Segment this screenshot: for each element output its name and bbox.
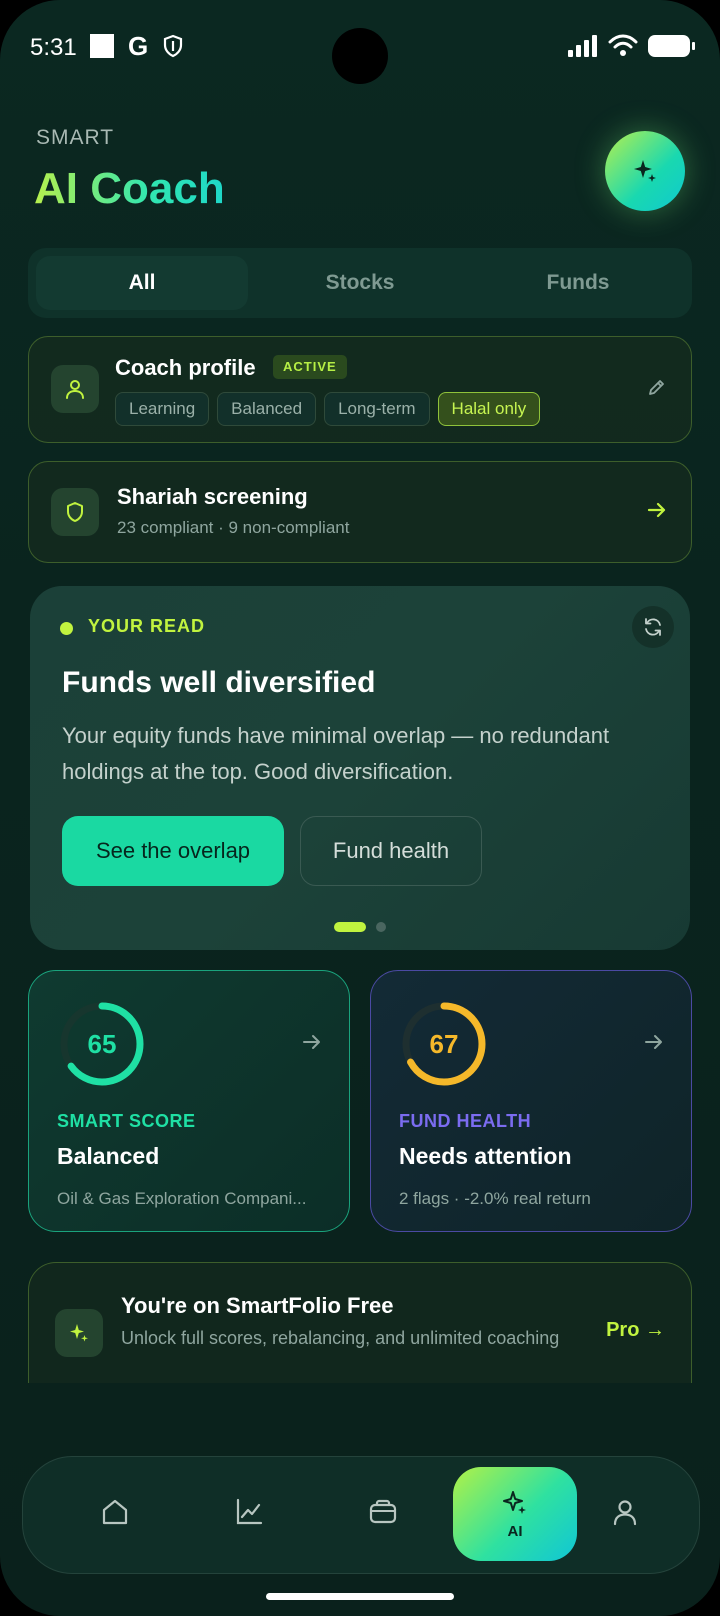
google-icon: G (128, 31, 149, 61)
ai-sparkle-button[interactable] (605, 131, 685, 211)
fund-health-arrow (643, 1031, 665, 1058)
nav-profile[interactable] (585, 1477, 665, 1547)
chart-icon (236, 1498, 263, 1525)
arrow-right-icon (647, 502, 666, 518)
shariah-title: Shariah screening (117, 484, 308, 509)
phone-screen: 5:31 G SMART AI Coach All Stocks Funds C… (0, 0, 720, 1616)
smart-score-card[interactable]: 65 SMART SCORE Balanced Oil & Gas Explor… (28, 970, 350, 1232)
home-indicator[interactable] (266, 1593, 454, 1600)
shariah-screening-card[interactable]: Shariah screening 23 compliant · 9 non-c… (28, 461, 692, 563)
tab-funds[interactable]: Funds (472, 256, 684, 310)
fund-health-card[interactable]: 67 FUND HEALTH Needs attention 2 flags ·… (370, 970, 692, 1232)
shariah-subtitle: 23 compliant · 9 non-compliant (117, 518, 350, 537)
chip-long-term: Long-term (324, 392, 430, 426)
smart-score-subtitle: Oil & Gas Exploration Compani... (57, 1189, 307, 1208)
tab-stocks[interactable]: Stocks (252, 256, 468, 310)
page-eyebrow: SMART (36, 126, 115, 149)
see-overlap-button[interactable]: See the overlap (62, 816, 284, 886)
system-status-icons (568, 34, 695, 58)
upgrade-card[interactable]: You're on SmartFolio Free Unlock full sc… (28, 1262, 692, 1383)
nav-home[interactable] (75, 1477, 155, 1547)
home-icon (102, 1499, 128, 1525)
carousel-pager (334, 922, 386, 932)
upgrade-icon-box (55, 1309, 103, 1357)
fund-health-value: 67 (429, 1029, 459, 1059)
smart-score-label: SMART SCORE (57, 1111, 196, 1131)
chip-balanced: Balanced (217, 392, 317, 426)
shield-icon (67, 502, 83, 522)
read-label: YOUR READ (88, 616, 206, 636)
sparkle-icon (634, 160, 656, 182)
coach-profile-title: Coach profile (115, 355, 256, 380)
coach-profile-card[interactable]: Coach profile ACTIVE Learning Balanced L… (28, 336, 692, 443)
arrow-right-icon (645, 1035, 662, 1049)
battery-icon (648, 35, 695, 57)
square-notification-icon (90, 34, 114, 58)
smart-score-title: Balanced (57, 1143, 160, 1169)
edit-profile-button[interactable] (647, 377, 667, 402)
profile-icon (613, 1500, 637, 1526)
refresh-icon (645, 618, 661, 636)
coach-profile-icon-box (51, 365, 99, 413)
upgrade-title: You're on SmartFolio Free (121, 1293, 394, 1318)
status-badge: ACTIVE (273, 355, 347, 379)
tab-all[interactable]: All (36, 256, 248, 310)
status-time: 5:31 (30, 34, 77, 61)
pager-dot-active[interactable] (334, 922, 366, 932)
nav-chart[interactable] (209, 1477, 289, 1547)
shariah-arrow-button[interactable] (645, 498, 669, 527)
nav-ai-label: AI (507, 1522, 523, 1540)
nav-ai[interactable]: AI (453, 1467, 577, 1561)
read-body: Your equity funds have minimal overlap —… (62, 723, 610, 784)
your-read-card: YOUR READ Funds well diversified Your eq… (30, 586, 690, 950)
page-title: AI Coach (34, 164, 225, 213)
camera-cutout (332, 28, 388, 84)
pager-dot[interactable] (376, 922, 386, 932)
smart-score-arrow (301, 1031, 323, 1058)
nav-wallet[interactable] (343, 1477, 423, 1547)
sparkle-icon (70, 1324, 88, 1342)
signal-icon (568, 35, 597, 57)
wallet-icon (369, 1499, 397, 1524)
upgrade-pro-link[interactable]: Pro → (606, 1319, 665, 1342)
read-title: Funds well diversified (62, 666, 376, 699)
fund-health-title: Needs attention (399, 1143, 572, 1169)
shield-status-icon (164, 34, 183, 58)
notification-icons: G (90, 32, 184, 60)
chip-halal-only: Halal only (437, 392, 541, 426)
fund-health-label: FUND HEALTH (399, 1111, 532, 1131)
filter-tabs: All Stocks Funds (28, 248, 692, 318)
fund-health-subtitle: 2 flags · -2.0% real return (399, 1189, 591, 1208)
smart-score-value: 65 (87, 1029, 117, 1059)
arrow-right-icon (303, 1035, 320, 1049)
profile-chips: Learning Balanced Long-term Halal only (115, 392, 541, 426)
wifi-icon (608, 34, 638, 56)
pencil-icon (649, 380, 664, 395)
user-icon (66, 380, 84, 399)
read-indicator-dot (60, 622, 73, 635)
bottom-navigation: AI (22, 1456, 700, 1574)
shariah-icon-box (51, 488, 99, 536)
upgrade-subtitle: Unlock full scores, rebalancing, and unl… (121, 1328, 560, 1348)
refresh-button[interactable] (632, 606, 674, 648)
chip-learning: Learning (115, 392, 210, 426)
fund-health-button[interactable]: Fund health (300, 816, 482, 886)
sparkle-icon (503, 1490, 526, 1514)
